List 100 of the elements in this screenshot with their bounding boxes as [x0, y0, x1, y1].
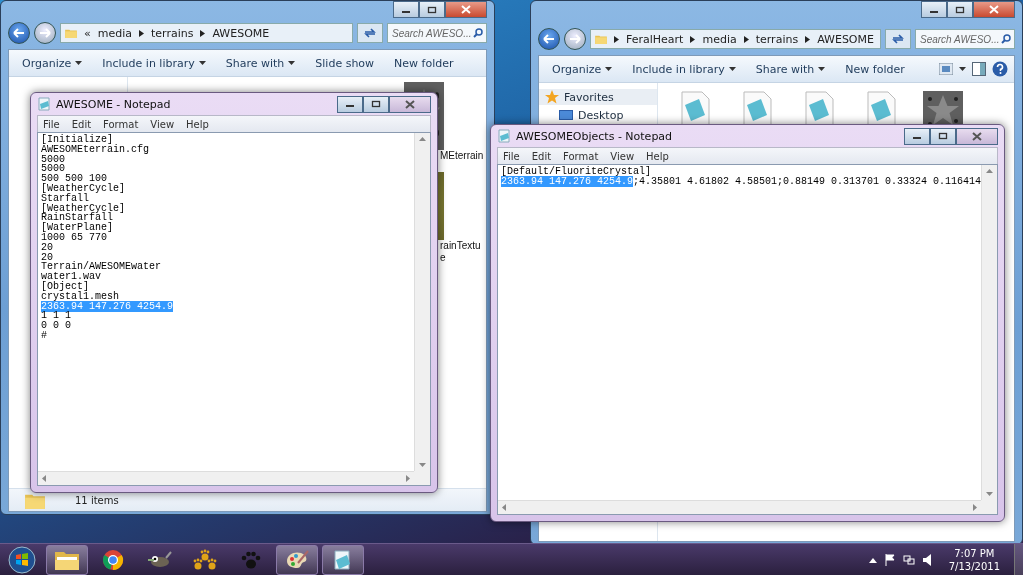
- flag-icon[interactable]: [884, 554, 895, 566]
- toolbar-button[interactable]: Share with: [748, 60, 833, 78]
- address-bar[interactable]: FeralHeart media terrains AWESOME: [590, 29, 881, 49]
- caret-icon: [288, 61, 296, 65]
- toolbar-button[interactable]: Include in library: [625, 60, 743, 78]
- folder-icon: [65, 28, 77, 38]
- close-button[interactable]: [389, 95, 431, 113]
- scroll-right-icon[interactable]: [406, 475, 410, 482]
- nav-item[interactable]: Favorites: [539, 89, 657, 105]
- toolbar-button[interactable]: Organize: [15, 54, 90, 72]
- forward-button[interactable]: [34, 22, 56, 44]
- breadcrumb-item[interactable]: AWESOME: [817, 32, 874, 46]
- search-icon[interactable]: [1001, 34, 1011, 44]
- horizontal-scrollbar[interactable]: [498, 500, 981, 514]
- nav-label[interactable]: Favorites: [564, 90, 614, 104]
- menu-item[interactable]: View: [145, 116, 180, 132]
- breadcrumb-item[interactable]: terrains: [755, 32, 799, 46]
- wilber-icon: [146, 550, 172, 570]
- refresh-button[interactable]: [885, 29, 911, 49]
- scroll-down-icon[interactable]: [419, 463, 426, 467]
- close-button[interactable]: [973, 1, 1015, 18]
- search-icon[interactable]: [473, 28, 483, 38]
- scroll-down-icon[interactable]: [986, 492, 993, 496]
- speaker-icon[interactable]: [922, 554, 933, 566]
- network-icon[interactable]: [902, 554, 915, 566]
- horizontal-scrollbar[interactable]: [38, 471, 414, 485]
- vertical-scrollbar[interactable]: [414, 133, 430, 471]
- menu-item[interactable]: File: [498, 148, 525, 164]
- notepad-icon: [37, 97, 51, 111]
- breadcrumb-item[interactable]: AWESOME: [212, 26, 270, 40]
- minimize-button[interactable]: [904, 127, 930, 145]
- overflow-chevron[interactable]: «: [84, 26, 91, 40]
- back-button[interactable]: [538, 28, 560, 50]
- back-button[interactable]: [8, 22, 30, 44]
- address-bar[interactable]: « media terrains AWESOME: [60, 23, 353, 43]
- preview-pane-icon[interactable]: [972, 62, 986, 76]
- scroll-right-icon[interactable]: [973, 504, 977, 511]
- nav-item[interactable]: Desktop: [539, 108, 657, 123]
- toolbar-button[interactable]: New folder: [387, 54, 461, 72]
- toolbar-button[interactable]: New folder: [838, 60, 912, 78]
- menu-item[interactable]: File: [38, 116, 65, 132]
- file-name[interactable]: rainTextu: [440, 240, 481, 252]
- menu-item[interactable]: Help: [641, 148, 674, 164]
- scroll-left-icon[interactable]: [502, 504, 506, 511]
- search-field[interactable]: Search AWESO...: [915, 29, 1015, 49]
- breadcrumb-item[interactable]: terrains: [151, 26, 194, 40]
- selected-text: 2363.94 147.276 4254.9: [41, 300, 174, 312]
- toolbar-button[interactable]: Slide show: [308, 54, 382, 72]
- document-icon: [679, 91, 711, 127]
- taskbar-button[interactable]: [276, 545, 318, 575]
- breadcrumb-item[interactable]: FeralHeart: [626, 32, 684, 46]
- breadcrumb-item[interactable]: media: [97, 26, 132, 40]
- help-icon[interactable]: [992, 61, 1008, 77]
- paw-icon: [240, 550, 262, 570]
- maximize-button[interactable]: [947, 1, 973, 18]
- caret-icon[interactable]: [959, 67, 966, 71]
- scroll-up-icon[interactable]: [986, 169, 993, 173]
- file-name[interactable]: e: [440, 252, 446, 264]
- maximize-icon: [955, 5, 965, 14]
- close-button[interactable]: [956, 127, 998, 145]
- close-button[interactable]: [445, 1, 487, 18]
- text-line: [WaterPlane]: [41, 222, 113, 234]
- text-line: [Object]: [41, 280, 89, 292]
- text-line: 20: [41, 251, 53, 263]
- vertical-scrollbar[interactable]: [981, 165, 997, 500]
- toolbar-button[interactable]: Include in library: [95, 54, 213, 72]
- search-field[interactable]: Search AWESO...: [387, 23, 487, 43]
- menu-item[interactable]: Help: [181, 116, 214, 132]
- scroll-left-icon[interactable]: [42, 475, 46, 482]
- menu-item[interactable]: View: [605, 148, 640, 164]
- maximize-button[interactable]: [930, 127, 956, 145]
- minimize-button[interactable]: [921, 1, 947, 18]
- nav-label[interactable]: Desktop: [578, 109, 624, 122]
- chevron-icon: [805, 35, 811, 43]
- taskbar-button[interactable]: [322, 545, 364, 575]
- maximize-icon: [938, 132, 948, 140]
- close-icon: [989, 5, 999, 14]
- toolbar-button[interactable]: Share with: [218, 54, 303, 72]
- show-hidden-icons-icon[interactable]: [868, 557, 877, 563]
- maximize-button[interactable]: [363, 95, 389, 113]
- menu-item[interactable]: Format: [558, 148, 604, 164]
- minimize-button[interactable]: [337, 95, 363, 113]
- scroll-up-icon[interactable]: [419, 137, 426, 141]
- clock[interactable]: 7:07 PM 7/13/2011: [948, 547, 1000, 573]
- file-name[interactable]: MEterrain: [440, 150, 484, 162]
- view-icon[interactable]: [939, 63, 953, 75]
- browser-icon: [102, 549, 124, 571]
- menu-item[interactable]: Format: [98, 116, 144, 132]
- document-icon: [803, 91, 835, 127]
- taskbar-button[interactable]: [46, 545, 88, 575]
- star-icon: [545, 90, 559, 104]
- toolbar-button[interactable]: Organize: [545, 60, 620, 78]
- breadcrumb-item[interactable]: media: [702, 32, 737, 46]
- maximize-icon: [371, 100, 381, 108]
- refresh-button[interactable]: [357, 23, 383, 43]
- minimize-button[interactable]: [393, 1, 419, 18]
- maximize-button[interactable]: [419, 1, 445, 18]
- forward-button[interactable]: [564, 28, 586, 50]
- menu-item[interactable]: Edit: [526, 148, 557, 164]
- menu-item[interactable]: Edit: [66, 116, 97, 132]
